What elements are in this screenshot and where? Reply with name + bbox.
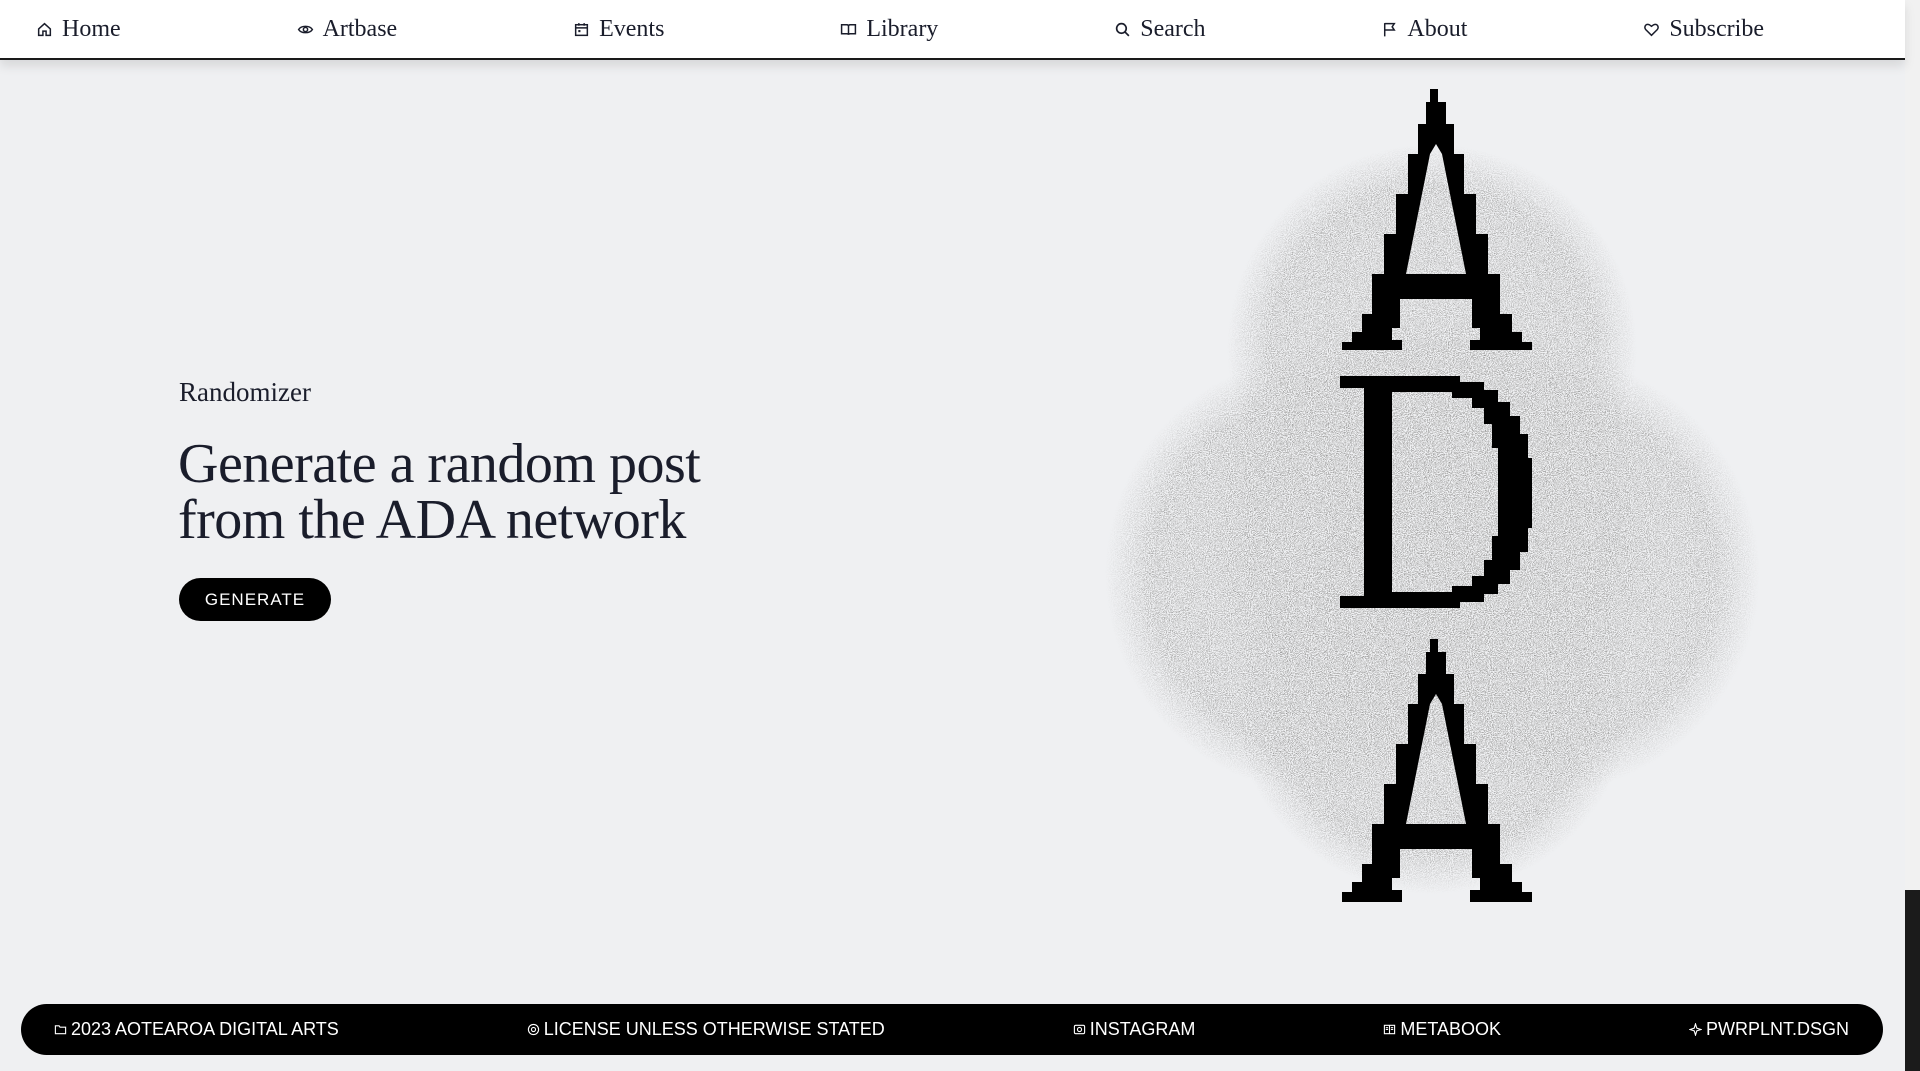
nav-item-label: Subscribe [1669, 15, 1764, 42]
footer-bar: 2023 AOTEAROA DIGITAL ARTS LICENSE UNLES… [21, 1004, 1883, 1055]
home-icon [36, 21, 53, 38]
footer-item-label: LICENSE UNLESS OTHERWISE STATED [543, 1019, 885, 1039]
footer-license-link[interactable]: LICENSE UNLESS OTHERWISE STATED [527, 1019, 885, 1040]
nav-item-home[interactable]: Home [36, 16, 121, 43]
nav-item-label: Artbase [322, 15, 398, 42]
nav-item-about[interactable]: About [1381, 16, 1467, 43]
hero-eyebrow: Randomizer [179, 377, 311, 407]
eye-icon [297, 21, 314, 38]
footer-metabook-link[interactable]: METABOOK [1383, 1019, 1501, 1040]
sparkle-icon [1688, 1023, 1702, 1036]
footer-instagram-link[interactable]: INSTAGRAM [1073, 1019, 1196, 1040]
logo-texture [1105, 144, 1760, 894]
nav-item-events[interactable]: Events [573, 16, 664, 43]
top-nav: Home Artbase Events Library Search About… [0, 0, 1905, 60]
nav-item-label: Events [599, 15, 665, 42]
nav-item-search[interactable]: Search [1114, 15, 1206, 43]
nav-item-label: About [1407, 15, 1468, 42]
search-icon [1114, 21, 1131, 38]
nav-item-label: Home [62, 15, 121, 42]
book-icon [1383, 1023, 1396, 1036]
calendar-icon [573, 21, 590, 38]
heart-icon [1643, 21, 1660, 38]
footer-item-label: PWRPLNT.DSGN [1705, 1019, 1849, 1039]
flag-icon [1381, 21, 1398, 38]
nav-item-library[interactable]: Library [840, 16, 938, 43]
footer-item-label: 2023 AOTEAROA DIGITAL ARTS [71, 1019, 339, 1039]
scrollbar-track[interactable] [1905, 0, 1920, 1071]
camera-icon [1073, 1023, 1086, 1036]
hero-title: Generate a random post from the ADA netw… [178, 436, 898, 548]
nav-item-subscribe[interactable]: Subscribe [1643, 16, 1764, 43]
book-icon [840, 21, 857, 38]
footer-pwrplnt-link[interactable]: PWRPLNT.DSGN [1688, 1019, 1849, 1040]
page: Home Artbase Events Library Search About… [0, 0, 1920, 1071]
nav-item-label: Library [866, 15, 939, 42]
generate-button[interactable]: GENERATE [179, 578, 331, 621]
ada-logo-icon [1105, 89, 1760, 902]
scrollbar-thumb[interactable] [1905, 890, 1920, 1071]
nav-item-label: Search [1140, 15, 1206, 42]
hero-title-line: Generate a random post [178, 433, 701, 495]
badge-icon [527, 1023, 540, 1036]
footer-item-label: METABOOK [1400, 1019, 1502, 1039]
folder-icon [54, 1023, 67, 1036]
footer-copyright: 2023 AOTEAROA DIGITAL ARTS [54, 1019, 339, 1040]
footer-item-label: INSTAGRAM [1089, 1019, 1196, 1039]
nav-item-artbase[interactable]: Artbase [297, 15, 398, 43]
hero-title-line: from the ADA network [178, 489, 686, 551]
